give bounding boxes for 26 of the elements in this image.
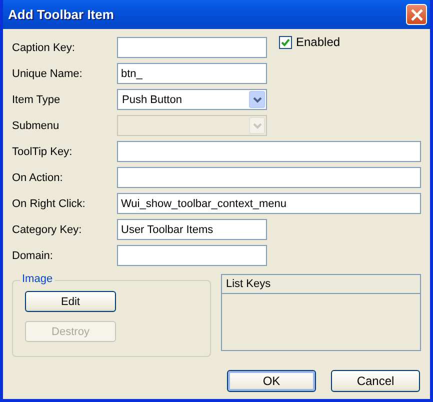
image-button[interactable]: Edit — [25, 291, 116, 312]
field-label: Caption Key: — [12, 42, 76, 54]
field-label: Category Key: — [12, 224, 83, 236]
field-label: On Right Click: — [12, 198, 86, 210]
text-field[interactable] — [117, 167, 421, 188]
checkbox-icon[interactable] — [279, 36, 292, 48]
dialog-button[interactable]: Cancel — [331, 370, 420, 392]
dialog-button[interactable]: OK — [227, 370, 316, 392]
text-field[interactable]: User Toolbar Items — [117, 219, 267, 240]
enabled-checkbox[interactable]: Enabled — [279, 35, 340, 49]
group-title: Image — [20, 273, 55, 285]
field-label: Submenu — [12, 120, 60, 132]
window-title: Add Toolbar Item — [8, 7, 114, 22]
field-label: ToolTip Key: — [12, 146, 74, 158]
text-field[interactable] — [117, 141, 421, 162]
close-icon — [410, 8, 424, 22]
field-label: Item Type — [12, 94, 62, 106]
text-field[interactable]: btn_ — [117, 63, 267, 84]
field-label: Domain: — [12, 250, 54, 262]
field-label: On Action: — [12, 172, 64, 184]
text-field[interactable] — [117, 245, 267, 266]
close-button[interactable] — [406, 4, 427, 25]
text-field[interactable]: Wui_show_toolbar_context_menu — [117, 193, 421, 214]
dropdown-field[interactable]: Push Button — [117, 89, 267, 110]
field-label: Unique Name: — [12, 68, 84, 80]
text-field[interactable] — [117, 37, 267, 58]
